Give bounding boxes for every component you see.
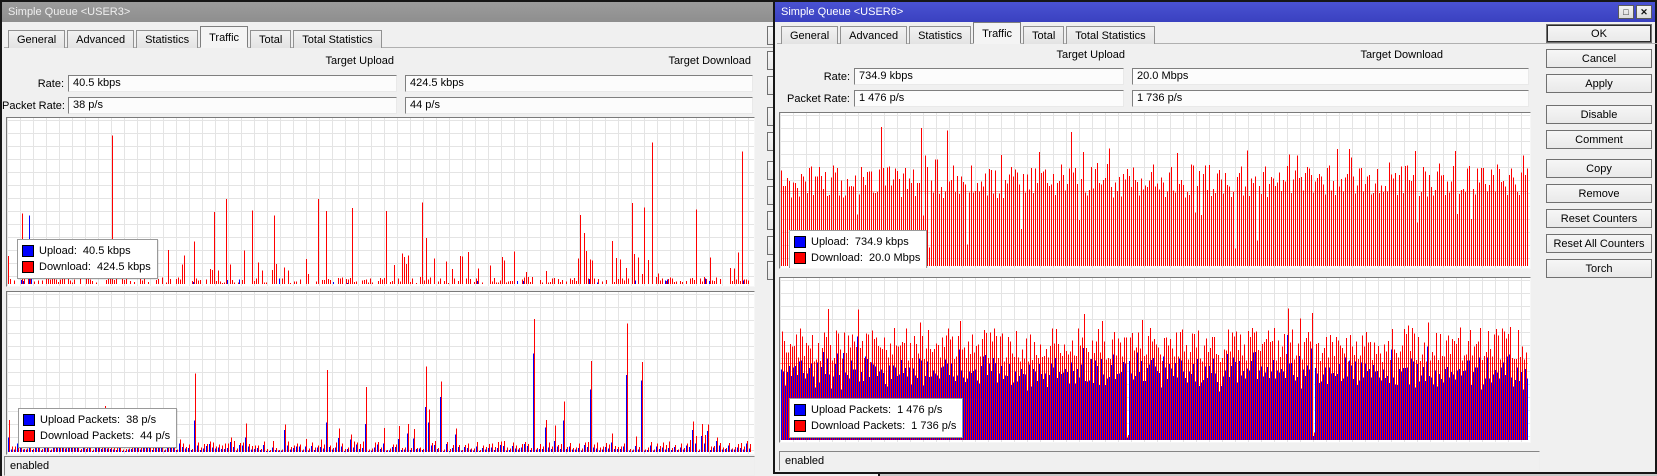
packet-graph: Upload Packets: 38 p/s Download Packets:… — [6, 291, 755, 455]
tab-total-statistics[interactable]: Total Statistics — [293, 30, 382, 48]
packet-graph-legend: Upload Packets: 38 p/s Download Packets:… — [18, 408, 178, 448]
upload-color-swatch — [794, 236, 806, 248]
packet-rate-label: Packet Rate: — [2, 100, 65, 112]
tab-total-statistics[interactable]: Total Statistics — [1066, 26, 1155, 44]
tab-advanced[interactable]: Advanced — [67, 30, 135, 48]
window-title: Simple Queue <USER3> — [8, 6, 131, 18]
rate-upload-field[interactable]: 734.9 kbps — [854, 68, 1124, 85]
packet-rate-download-field[interactable]: 1 736 p/s — [1132, 90, 1529, 107]
tab-advanced[interactable]: Advanced — [840, 26, 908, 44]
tab-general[interactable]: General — [781, 26, 839, 44]
tab-bar: General Advanced Statistics Traffic Tota… — [4, 26, 1283, 48]
copy-button[interactable]: Copy — [1546, 159, 1652, 178]
window-title: Simple Queue <USER6> — [781, 6, 904, 18]
legend-upload-row: Upload: 40.5 kbps — [22, 243, 151, 259]
rate-download-field[interactable]: 424.5 kbps — [405, 75, 753, 92]
rate-graph-legend: Upload: 40.5 kbps Download: 424.5 kbps — [17, 239, 158, 279]
status-text: enabled — [785, 455, 825, 467]
remove-button[interactable]: Remove — [1546, 184, 1652, 203]
status-bar: enabled — [779, 451, 1540, 471]
screen: Simple Queue <USER3> General Advanced St… — [0, 0, 1657, 476]
tab-traffic[interactable]: Traffic — [973, 22, 1022, 44]
download-color-swatch — [794, 252, 806, 264]
status-bar: enabled — [4, 456, 755, 476]
tab-traffic[interactable]: Traffic — [200, 26, 249, 48]
rate-graph: Upload: 734.9 kbps Download: 20.0 Mbps — [779, 112, 1531, 269]
titlebar[interactable]: Simple Queue <USER3> — [2, 2, 878, 22]
upload-color-swatch — [22, 245, 34, 257]
download-color-swatch — [22, 261, 34, 273]
rate-upload-field[interactable]: 40.5 kbps — [68, 75, 397, 92]
ok-button[interactable]: OK — [1546, 24, 1652, 43]
reset-counters-button[interactable]: Reset Counters — [1546, 209, 1652, 228]
rate-graph-legend: Upload: 734.9 kbps Download: 20.0 Mbps — [789, 230, 928, 268]
status-text: enabled — [10, 460, 50, 472]
packet-graph-legend: Upload Packets: 1 476 p/s Download Packe… — [789, 398, 964, 438]
apply-button[interactable]: Apply — [1546, 74, 1652, 93]
cancel-button[interactable]: Cancel — [1546, 49, 1652, 68]
packet-rate-download-field[interactable]: 44 p/s — [405, 97, 753, 114]
rate-label: Rate: — [37, 78, 64, 90]
tab-bar: General Advanced Statistics Traffic Tota… — [777, 22, 1657, 44]
rate-label: Rate: — [823, 71, 850, 83]
rate-download-field[interactable]: 20.0 Mbps — [1132, 68, 1529, 85]
window-simple-queue-user3: Simple Queue <USER3> General Advanced St… — [0, 0, 1283, 476]
comment-button[interactable]: Comment — [1546, 130, 1652, 149]
disable-button[interactable]: Disable — [1546, 105, 1652, 124]
legend-download-packets-row: Download Packets: 44 p/s — [23, 428, 170, 444]
legend-upload-packets-row: Upload Packets: 1 476 p/s — [794, 402, 956, 418]
torch-button[interactable]: Torch — [1546, 259, 1652, 278]
upload-color-swatch — [794, 404, 806, 416]
legend-download-packets-row: Download Packets: 1 736 p/s — [794, 418, 956, 434]
legend-download-row: Download: 424.5 kbps — [22, 259, 151, 275]
download-color-swatch — [794, 420, 806, 432]
packet-rate-label: Packet Rate: — [787, 93, 850, 105]
packet-rate-upload-field[interactable]: 38 p/s — [68, 97, 397, 114]
target-upload-label: Target Upload — [325, 55, 395, 67]
titlebar[interactable]: Simple Queue <USER6> □ ✕ — [775, 2, 1655, 22]
download-color-swatch — [23, 430, 35, 442]
target-download-label: Target Download — [668, 55, 751, 67]
reset-all-counters-button[interactable]: Reset All Counters — [1546, 234, 1652, 253]
target-download-label: Target Download — [1360, 49, 1443, 61]
titlebar-buttons: □ ✕ — [1618, 5, 1652, 19]
tab-general[interactable]: General — [8, 30, 66, 48]
legend-upload-row: Upload: 734.9 kbps — [794, 234, 920, 250]
packet-graph: Upload Packets: 1 476 p/s Download Packe… — [779, 277, 1531, 443]
packet-rate-upload-field[interactable]: 1 476 p/s — [854, 90, 1124, 107]
rate-graph: Upload: 40.5 kbps Download: 424.5 kbps — [6, 117, 755, 287]
maximize-button[interactable]: □ — [1618, 5, 1634, 19]
upload-color-swatch — [23, 414, 35, 426]
tab-total[interactable]: Total — [250, 30, 292, 48]
target-upload-label: Target Upload — [1056, 49, 1126, 61]
tab-statistics[interactable]: Statistics — [136, 30, 199, 48]
tab-total[interactable]: Total — [1023, 26, 1065, 44]
tab-statistics[interactable]: Statistics — [909, 26, 972, 44]
legend-download-row: Download: 20.0 Mbps — [794, 250, 920, 266]
window-simple-queue-user6: Simple Queue <USER6> □ ✕ General Advance… — [773, 0, 1657, 474]
legend-upload-packets-row: Upload Packets: 38 p/s — [23, 412, 170, 428]
close-button[interactable]: ✕ — [1636, 5, 1652, 19]
